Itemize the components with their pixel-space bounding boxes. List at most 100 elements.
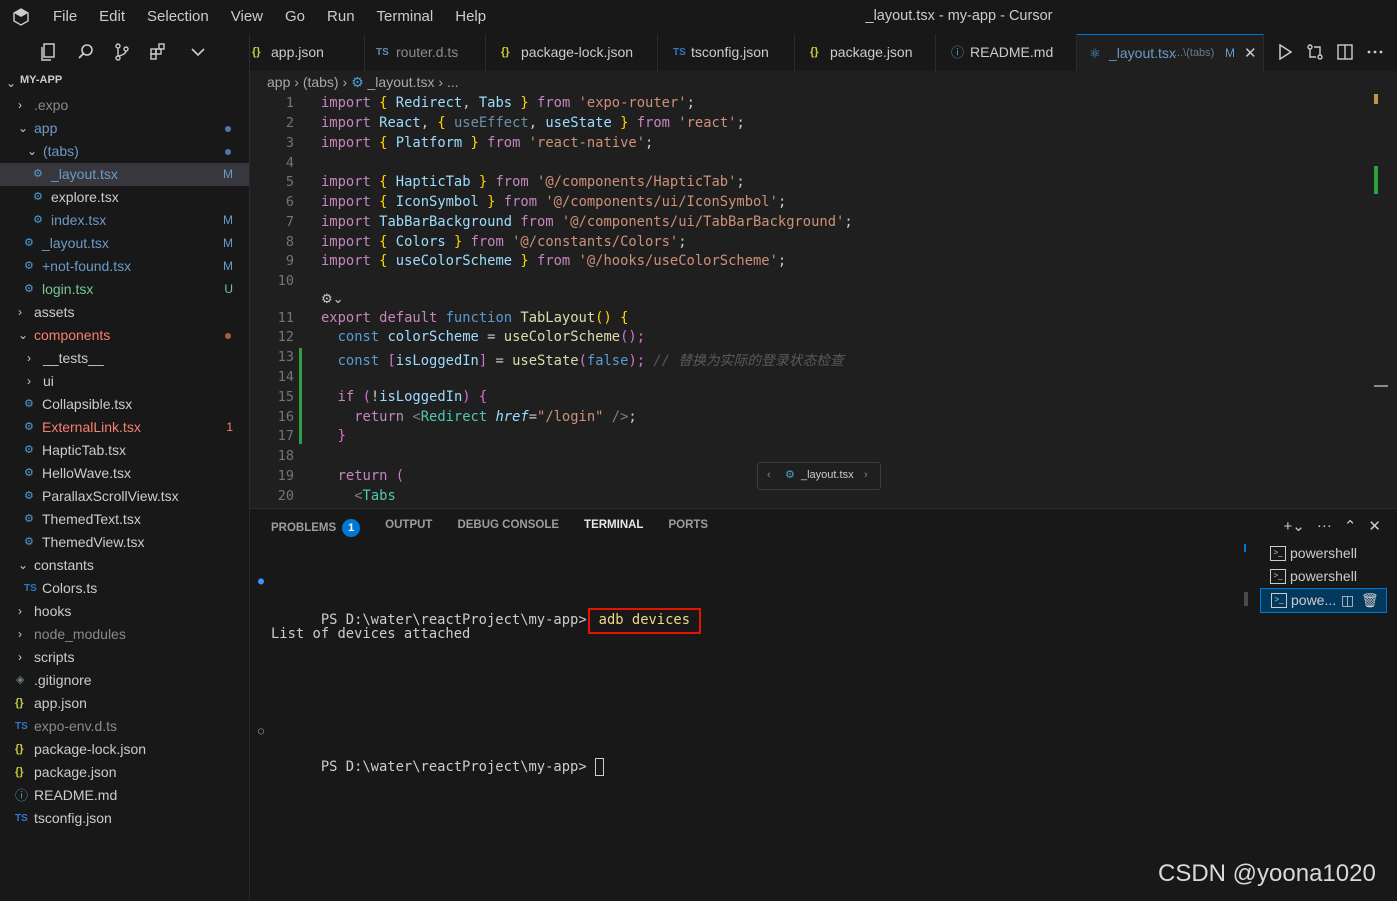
- terminal-scrollbar[interactable]: [1244, 544, 1246, 552]
- tree-item-login[interactable]: ⚙ login.tsx U: [0, 278, 249, 301]
- tree-item-components[interactable]: ⌄ components: [0, 324, 249, 347]
- chevron-down-icon[interactable]: ⌄: [6, 76, 16, 90]
- tree-item-app-layout[interactable]: ⚙ _layout.tsx M: [0, 232, 249, 255]
- tree-item-app[interactable]: ⌄ app: [0, 117, 249, 140]
- trash-icon[interactable]: 🗑: [1361, 589, 1379, 612]
- more-actions-icon[interactable]: [1365, 42, 1385, 62]
- close-icon[interactable]: ✕: [1368, 517, 1381, 535]
- tree-item-package-lock[interactable]: {} package-lock.json: [0, 738, 249, 761]
- chevron-left-icon[interactable]: ‹: [767, 463, 771, 487]
- tree-item-external-link[interactable]: ⚙ ExternalLink.tsx 1: [0, 416, 249, 439]
- tab-problems[interactable]: PROBLEMS 1: [271, 519, 361, 537]
- menu-selection[interactable]: Selection: [136, 0, 220, 34]
- split-terminal-icon[interactable]: ◫: [1341, 589, 1354, 612]
- tree-item-package-json[interactable]: {} package.json: [0, 761, 249, 784]
- breadcrumb-item[interactable]: ...: [447, 74, 459, 90]
- tree-label: login.tsx: [42, 281, 94, 297]
- tree-label: node_modules: [34, 626, 126, 642]
- menu-run[interactable]: Run: [316, 0, 366, 34]
- tree-item-colors[interactable]: TS Colors.ts: [0, 577, 249, 600]
- tab-package-json[interactable]: {} package.json: [795, 34, 936, 71]
- info-icon: ⓘ: [951, 45, 965, 60]
- tab-readme-md[interactable]: ⓘ README.md: [936, 34, 1077, 71]
- tree-item-ui[interactable]: › ui: [0, 370, 249, 393]
- search-icon[interactable]: [76, 42, 96, 62]
- tree-item-themed-view[interactable]: ⚙ ThemedView.tsx: [0, 531, 249, 554]
- tree-item-tsconfig[interactable]: TS tsconfig.json: [0, 807, 249, 830]
- breadcrumb-item[interactable]: app: [267, 74, 290, 90]
- tree-item-themed-text[interactable]: ⚙ ThemedText.tsx: [0, 508, 249, 531]
- chevron-right-icon[interactable]: ›: [864, 463, 868, 487]
- tree-label: _layout.tsx: [51, 166, 118, 182]
- split-editor-icon[interactable]: [1335, 42, 1355, 62]
- terminal-list-item[interactable]: >_ powershell: [1260, 542, 1387, 565]
- tree-item-expo-env[interactable]: TS expo-env.d.ts: [0, 715, 249, 738]
- panel-actions: +⌄ ··· ⌃ ✕: [1284, 517, 1381, 535]
- tree-item-constants[interactable]: ⌄ constants: [0, 554, 249, 577]
- tree-item-tabs-layout[interactable]: ⚙ _layout.tsx M: [0, 163, 249, 186]
- tree-item-readme[interactable]: ⓘ README.md: [0, 784, 249, 807]
- tab-output[interactable]: OUTPUT: [385, 519, 432, 537]
- tree-item-node-modules[interactable]: › node_modules: [0, 623, 249, 646]
- tree-item-parallax[interactable]: ⚙ ParallaxScrollView.tsx: [0, 485, 249, 508]
- files-icon[interactable]: [38, 42, 58, 62]
- menu-file[interactable]: File: [42, 0, 88, 34]
- tab-terminal[interactable]: TERMINAL: [584, 519, 643, 537]
- chevron-down-icon[interactable]: [188, 42, 208, 62]
- terminal-output[interactable]: ● PS D:\water\reactProject\my-app> adb de…: [258, 544, 702, 776]
- code-lens-icon[interactable]: ⚙⌄: [321, 291, 344, 307]
- terminal-scrollbar-thumb[interactable]: [1244, 592, 1248, 606]
- menu-edit[interactable]: Edit: [88, 0, 136, 34]
- sticky-hint[interactable]: ‹ ⚙ _layout.tsx ›: [757, 462, 881, 490]
- new-terminal-icon[interactable]: +⌄: [1284, 517, 1305, 535]
- menu-view[interactable]: View: [220, 0, 274, 34]
- source-control-icon[interactable]: [112, 42, 132, 62]
- line-number: 1: [285, 95, 294, 111]
- tree-item-scripts[interactable]: › scripts: [0, 646, 249, 669]
- tree-item-not-found[interactable]: ⚙ +not-found.tsx M: [0, 255, 249, 278]
- tree-item-app-json[interactable]: {} app.json: [0, 692, 249, 715]
- run-icon[interactable]: [1275, 42, 1295, 62]
- cursor-logo-icon: [13, 8, 29, 26]
- close-icon[interactable]: ✕: [1244, 35, 1257, 72]
- breadcrumb-item[interactable]: (tabs): [303, 74, 339, 90]
- tree-item-tabs-folder[interactable]: ⌄ (tabs): [0, 140, 249, 163]
- tab-package-lock-json[interactable]: {} package-lock.json: [486, 34, 658, 71]
- menu-help[interactable]: Help: [444, 0, 497, 34]
- terminal-list-item-active[interactable]: >_ powe... ◫ 🗑: [1260, 588, 1387, 613]
- maximize-panel-icon[interactable]: ⌃: [1344, 517, 1357, 535]
- react-file-icon: ⚙: [24, 398, 34, 410]
- compare-changes-icon[interactable]: [1305, 42, 1325, 62]
- tree-item-tests[interactable]: › __tests__: [0, 347, 249, 370]
- editor-actions: [1275, 42, 1385, 62]
- react-file-icon: ⚙: [24, 237, 34, 249]
- menu-go[interactable]: Go: [274, 0, 316, 34]
- tree-item-haptic-tab[interactable]: ⚙ HapticTab.tsx: [0, 439, 249, 462]
- tree-item-hooks[interactable]: › hooks: [0, 600, 249, 623]
- tab-ports[interactable]: PORTS: [668, 519, 708, 537]
- explorer-sidebar: ⌄ MY-APP › .expo ⌄ app ⌄ (tabs) ⚙ _layou…: [0, 34, 250, 900]
- tab-tsconfig-json[interactable]: TS tsconfig.json: [658, 34, 795, 71]
- tab-debug-console[interactable]: DEBUG CONSOLE: [457, 519, 559, 537]
- menu-terminal[interactable]: Terminal: [366, 0, 445, 34]
- extensions-icon[interactable]: [148, 42, 168, 62]
- terminal-list-item[interactable]: >_ powershell: [1260, 565, 1387, 588]
- tree-item-hello-wave[interactable]: ⚙ HelloWave.tsx: [0, 462, 249, 485]
- tab-router-d-ts[interactable]: TS router.d.ts: [365, 34, 486, 71]
- tab-label: README.md: [970, 44, 1054, 60]
- tree-item-explore[interactable]: ⚙ explore.tsx: [0, 186, 249, 209]
- gitignore-icon: ◈: [16, 674, 25, 686]
- tree-item-gitignore[interactable]: ◈ .gitignore: [0, 669, 249, 692]
- tree-item-index[interactable]: ⚙ index.tsx M: [0, 209, 249, 232]
- tab-layout-tsx[interactable]: ⚛ _layout.tsx ...\(tabs) M ✕: [1077, 34, 1264, 72]
- breadcrumb-item[interactable]: _layout.tsx: [368, 74, 435, 90]
- line-number: 18: [277, 448, 294, 464]
- tab-app-json[interactable]: {} app.json: [250, 34, 365, 71]
- tree-label: Collapsible.tsx: [42, 396, 133, 412]
- explorer-header[interactable]: MY-APP: [20, 74, 62, 86]
- chevron-right-icon: ›: [294, 74, 303, 90]
- tree-item-assets[interactable]: › assets: [0, 301, 249, 324]
- tree-item-expo[interactable]: › .expo: [0, 94, 249, 117]
- more-actions-icon[interactable]: ···: [1317, 517, 1332, 535]
- tree-item-collapsible[interactable]: ⚙ Collapsible.tsx: [0, 393, 249, 416]
